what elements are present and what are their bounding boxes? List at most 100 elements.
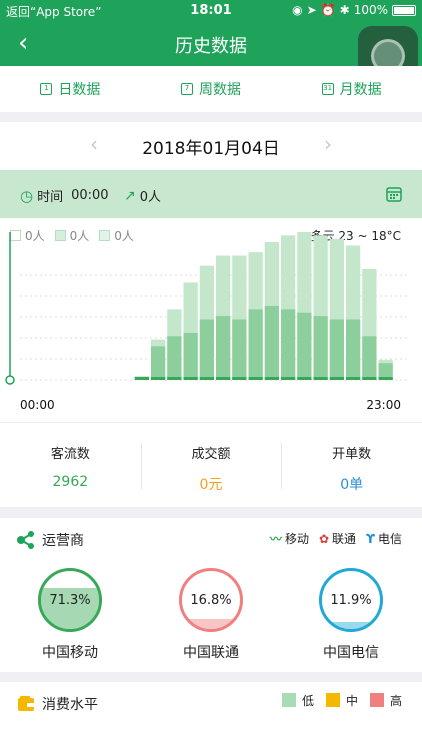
carrier-legend-telecom: ϒ 电信 <box>366 530 402 547</box>
stat-orders-label: 开单数 <box>332 447 372 462</box>
level-high-label: 高 <box>389 694 402 708</box>
status-bar: 返回“App Store” 18:01 ◉ ➤ ⏰ ✱ 100% <box>0 0 422 22</box>
alarm-icon: ⏰ <box>320 3 336 17</box>
bar-segment-17 <box>297 312 312 380</box>
navigation-bar: ‹ 历史数据 <box>0 22 422 86</box>
bar-base-16 <box>281 377 296 380</box>
carrier-header: 运营商 <box>16 530 84 550</box>
stat-revenue-label: 成交额 <box>191 447 231 462</box>
battery-icon <box>392 4 416 16</box>
stat-orders-value: 0单 <box>340 477 364 493</box>
level-low-label: 低 <box>301 694 314 708</box>
level-mid-swatch <box>325 693 340 707</box>
carrier-network-icon <box>17 531 34 549</box>
bar-base-08 <box>151 377 166 380</box>
bar-base-14 <box>248 377 263 380</box>
stats-row: 客流数 2962 成交额 0元 开单数 0单 <box>0 422 422 507</box>
stat-orders: 开单数 0单 <box>281 423 422 507</box>
gauge-label-china-unicom: 中国联通 <box>183 645 239 661</box>
gauge-percent: 71.3% <box>49 593 91 608</box>
people-summary: ↗ 0人 <box>124 186 162 206</box>
gauge-china-unicom: 16.8% <box>179 568 243 632</box>
gauge-fill <box>322 622 380 629</box>
calendar-day-icon: 1 <box>40 83 53 95</box>
chart-cursor-handle[interactable] <box>5 375 15 385</box>
level-high-swatch <box>369 693 384 707</box>
bar-base-10 <box>183 377 198 380</box>
carrier-section: 运营商 〰移动 ✿ 联通 ϒ 电信 71.3% 中国移动 16.8% 中国联通 11… <box>0 518 422 672</box>
next-day-chevron-icon[interactable]: › <box>324 132 332 156</box>
calendar-picker-icon[interactable] <box>386 186 402 202</box>
lock-icon: ◉ <box>292 3 303 17</box>
carrier-legend: 〰移动 ✿ 联通 ϒ 电信 <box>270 530 402 547</box>
time-axis-end: 23:00 <box>366 398 401 412</box>
gauge-percent: 11.9% <box>330 593 372 608</box>
chart-plot <box>5 232 410 385</box>
china-unicom-icon: ✿ <box>318 532 330 546</box>
bar-segment-08 <box>151 346 166 380</box>
bar-base-13 <box>232 377 247 380</box>
stat-visitors-value: 2962 <box>52 474 89 490</box>
bar-segment-15 <box>264 306 279 380</box>
bar-base-15 <box>264 377 279 380</box>
bar-segment-11 <box>199 319 214 380</box>
china-telecom-icon: ϒ <box>366 532 375 546</box>
bar-segment-10 <box>183 332 198 380</box>
traffic-chart: 0人 0人 0人 多云 23 ~ 18°C 00:00 23:00 <box>0 218 422 422</box>
level-low-swatch <box>281 693 296 707</box>
status-indicators: ◉ ➤ ⏰ ✱ 100% <box>292 3 416 17</box>
consumption-section: 消费水平 低 中 高 <box>0 682 422 750</box>
gauge-china-telecom: 11.9% <box>319 568 383 632</box>
bar-segment-09 <box>167 336 182 380</box>
carrier-legend-telecom-label: 电信 <box>377 532 402 546</box>
bar-segment-20 <box>346 319 361 380</box>
carrier-legend-unicom-label: 联通 <box>332 532 357 546</box>
carrier-title: 运营商 <box>42 533 84 549</box>
carrier-legend-mobile-label: 移动 <box>284 532 309 546</box>
bar-base-19 <box>329 377 344 380</box>
bar-segment-13 <box>232 319 247 380</box>
bar-base-20 <box>346 377 361 380</box>
gauge-label-china-mobile: 中国移动 <box>42 645 98 661</box>
bar-segment-12 <box>216 316 231 380</box>
people-summary-value: 0人 <box>139 190 162 205</box>
gauge-china-mobile: 71.3% <box>38 568 102 632</box>
consumption-header: 消费水平 <box>16 694 98 714</box>
clock-icon: ◷ <box>20 186 34 205</box>
bar-base-17 <box>297 377 312 380</box>
bar-base-18 <box>313 377 328 380</box>
bar-base-07 <box>134 377 149 380</box>
time-summary-label: 时间 <box>37 190 64 205</box>
trend-chart-icon: ↗ <box>124 187 136 204</box>
gauge-percent: 16.8% <box>190 593 232 608</box>
bar-segment-18 <box>313 316 328 380</box>
tab-month[interactable]: 31 月数据 <box>281 66 422 112</box>
wallet-icon <box>18 696 34 711</box>
level-mid: 中 <box>325 692 358 709</box>
tab-day-label: 日数据 <box>58 82 101 98</box>
consumption-title: 消费水平 <box>42 697 98 713</box>
bar-base-22 <box>378 377 393 380</box>
carrier-legend-unicom: ✿ 联通 <box>319 530 356 547</box>
tab-day[interactable]: 1 日数据 <box>0 66 141 112</box>
battery-percent: 100% <box>353 3 388 17</box>
stat-revenue-value: 0元 <box>199 477 223 493</box>
stat-visitors-label: 客流数 <box>50 447 90 462</box>
carrier-legend-mobile: 〰移动 <box>270 530 309 547</box>
selected-date[interactable]: 2018年01月04日 <box>0 134 422 159</box>
bar-base-09 <box>167 377 182 380</box>
stat-visitors: 客流数 2962 <box>0 423 141 507</box>
bluetooth-icon: ✱ <box>339 3 350 17</box>
time-summary-value: 00:00 <box>71 188 109 203</box>
summary-bar: ◷ 时间 00:00 ↗ 0人 <box>0 170 422 218</box>
level-mid-label: 中 <box>345 694 358 708</box>
gauge-fill <box>182 619 240 629</box>
stat-revenue: 成交额 0元 <box>140 423 282 507</box>
period-tabs: 1 日数据 7 周数据 31 月数据 <box>0 66 422 112</box>
tab-week-label: 周数据 <box>199 82 241 98</box>
china-mobile-icon: 〰 <box>269 532 282 546</box>
calendar-week-icon: 7 <box>181 83 193 95</box>
tab-week[interactable]: 7 周数据 <box>141 66 282 112</box>
bar-base-12 <box>216 377 231 380</box>
gauge-label-china-telecom: 中国电信 <box>323 645 379 661</box>
